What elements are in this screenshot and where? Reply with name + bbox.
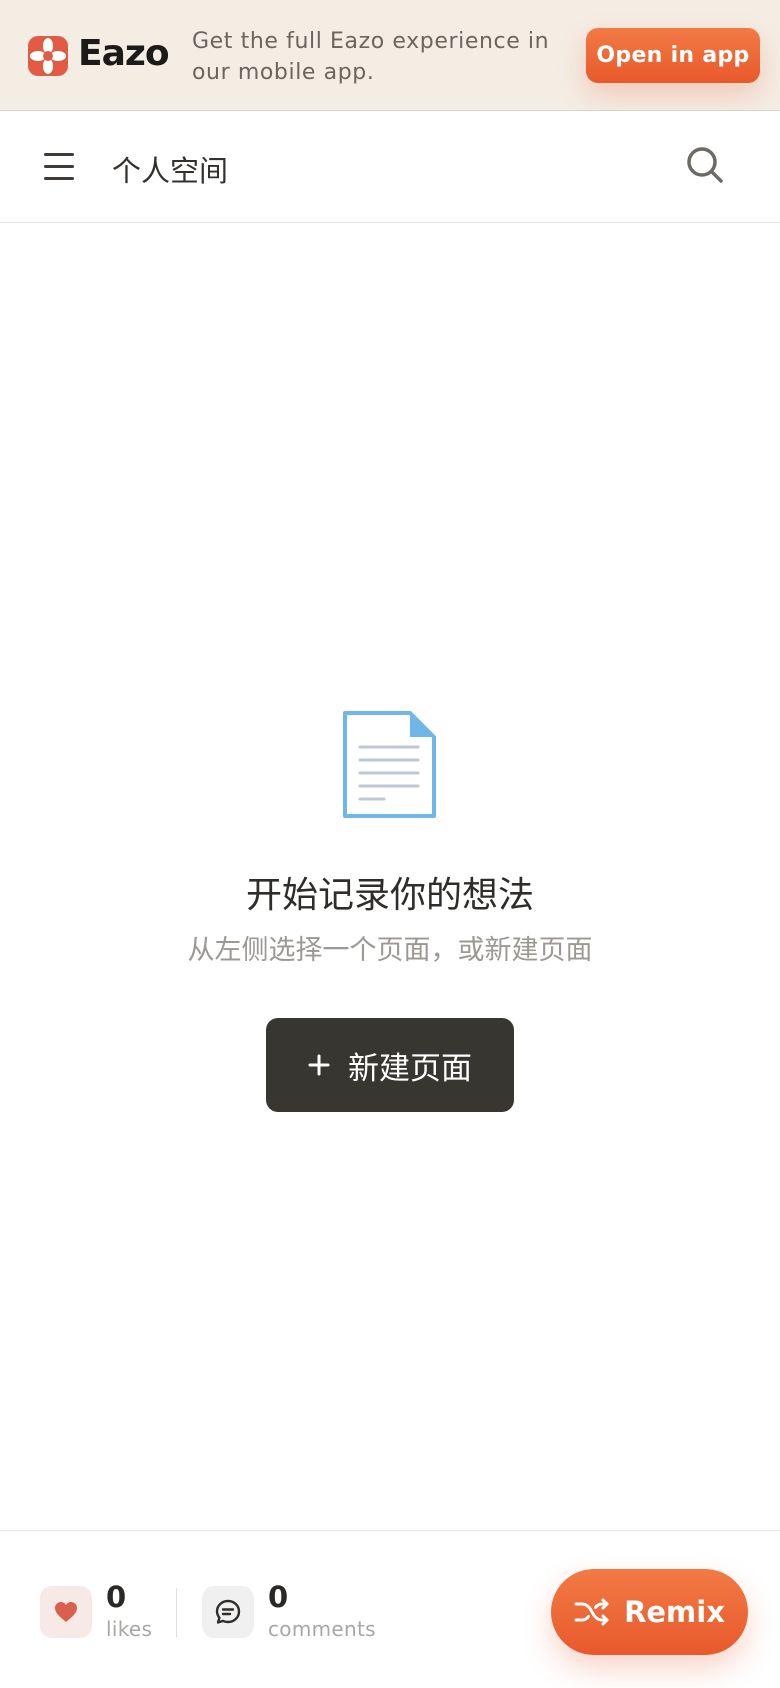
comment-button[interactable] bbox=[202, 1586, 254, 1638]
brand-name: Eazo bbox=[78, 33, 170, 74]
remix-label: Remix bbox=[624, 1595, 725, 1629]
comment-icon bbox=[215, 1599, 241, 1624]
document-icon bbox=[342, 710, 438, 820]
engagement-footer: 0 likes 0 comments Remix bbox=[0, 1530, 780, 1688]
likes-label: likes bbox=[106, 1617, 153, 1641]
page-title: 个人空间 bbox=[112, 154, 229, 188]
app-promo-banner: Eazo Get the full Eazo experience in our… bbox=[0, 0, 780, 111]
comments-label: comments bbox=[268, 1617, 376, 1641]
stats-divider bbox=[176, 1588, 177, 1637]
banner-message: Get the full Eazo experience in our mobi… bbox=[192, 29, 550, 85]
search-icon[interactable] bbox=[684, 144, 726, 186]
menu-icon[interactable] bbox=[44, 153, 76, 181]
likes-count: 0 bbox=[106, 1580, 127, 1614]
new-page-label: 新建页面 bbox=[348, 1050, 472, 1087]
empty-state: 开始记录你的想法 从左侧选择一个页面，或新建页面 新建页面 bbox=[0, 223, 780, 1530]
page-header: 个人空间 bbox=[0, 111, 780, 223]
remix-button[interactable]: Remix bbox=[551, 1569, 748, 1655]
new-page-button[interactable]: 新建页面 bbox=[266, 1018, 514, 1112]
comments-count: 0 bbox=[268, 1580, 289, 1614]
like-button[interactable] bbox=[40, 1586, 92, 1638]
open-in-app-button[interactable]: Open in app bbox=[586, 28, 760, 83]
brand-logo-icon bbox=[28, 36, 68, 76]
shuffle-icon bbox=[574, 1598, 609, 1626]
empty-state-subtitle: 从左侧选择一个页面，或新建页面 bbox=[187, 935, 593, 966]
empty-state-title: 开始记录你的想法 bbox=[245, 875, 534, 916]
heart-icon bbox=[55, 1602, 77, 1622]
plus-icon bbox=[308, 1054, 330, 1076]
